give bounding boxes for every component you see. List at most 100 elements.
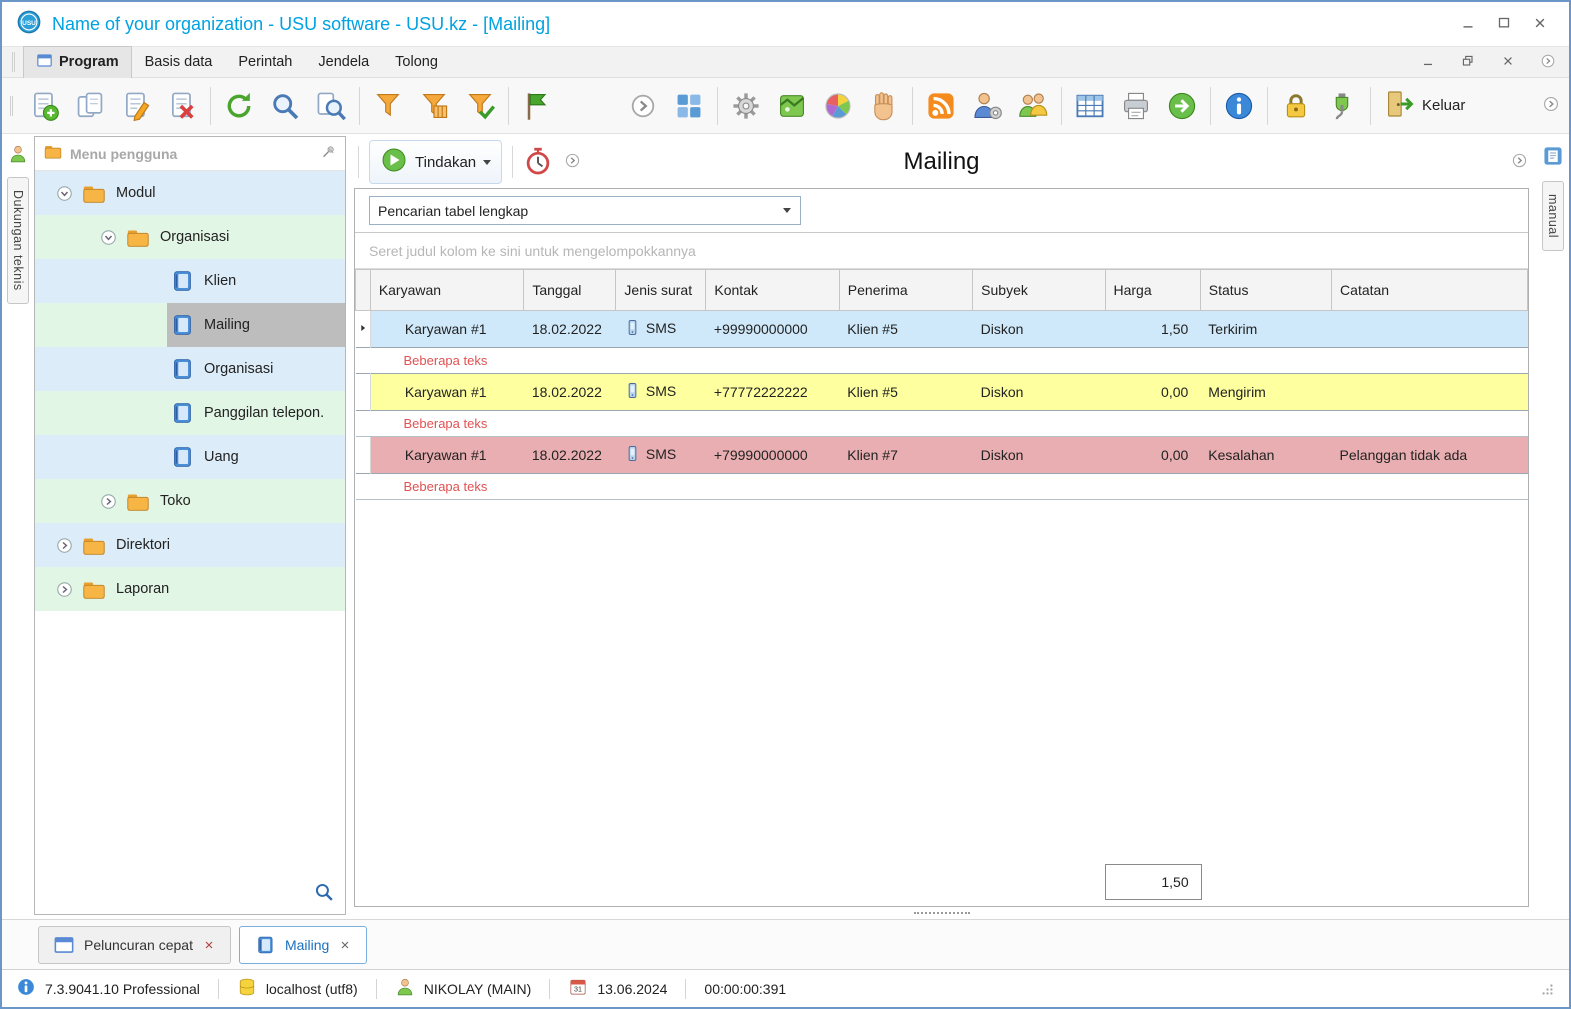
tree-search-button[interactable] [313, 881, 335, 906]
tree-expander[interactable] [49, 579, 79, 600]
user-item: NIKOLAY (MAIN) [395, 977, 531, 1000]
search-button[interactable] [262, 82, 308, 130]
tree-item-modul[interactable]: Modul [35, 171, 345, 215]
tree-expander[interactable] [93, 227, 123, 248]
user-settings-button[interactable] [964, 82, 1010, 130]
column-header-jenis-surat[interactable]: Jenis surat [615, 269, 707, 311]
column-header-karyawan[interactable]: Karyawan [369, 269, 525, 311]
action-bar-separator [512, 146, 514, 178]
grid-row-3[interactable]: Karyawan #1 18.02.2022 SMS +79990000000 Klie… [355, 436, 1528, 474]
tree-item-uang[interactable]: Uang [35, 435, 345, 479]
grid-row-2[interactable]: Karyawan #1 18.02.2022 SMS +77772222222 Klie… [355, 373, 1528, 411]
tree-item-panggilan-telepon[interactable]: Panggilan telepon. [35, 391, 345, 435]
status-divider [685, 978, 687, 999]
tree-item-label: Organisasi [204, 361, 274, 377]
print-button[interactable] [1113, 82, 1159, 130]
mdi-minimize-button[interactable] [1413, 49, 1443, 75]
hand-button[interactable] [861, 82, 907, 130]
chevron-circle-button[interactable] [620, 82, 666, 130]
grid-header-row: Karyawan Tanggal Jenis surat Kontak Penerima… [355, 269, 1528, 311]
mdi-restore-button[interactable] [1453, 49, 1483, 75]
column-header-catatan[interactable]: Catatan [1331, 269, 1528, 311]
maximize-button[interactable] [1489, 11, 1519, 37]
panel-overflow-button[interactable] [1510, 151, 1529, 173]
tree-expander[interactable] [93, 491, 123, 512]
action-overflow-button[interactable] [563, 151, 582, 173]
manual-tab[interactable]: manual [1542, 181, 1564, 251]
plug-icon [1335, 92, 1349, 119]
tree-items: Modul Organisasi Klien Mailing Organisasi Pan… [35, 171, 345, 914]
layout-grid-button[interactable] [666, 82, 712, 130]
close-tab-icon[interactable] [338, 938, 352, 952]
minimize-button[interactable] [1453, 11, 1483, 37]
minimize-icon [1420, 53, 1436, 72]
bottom-tab-peluncuran-cepat[interactable]: Peluncuran cepat [38, 925, 231, 964]
tree-item-mailing[interactable]: Mailing [35, 303, 345, 347]
grid-subrow-2: Beberapa teks [355, 410, 1528, 437]
menu-overflow-button[interactable] [1533, 49, 1563, 75]
plug-button[interactable] [1319, 82, 1365, 130]
actions-button[interactable]: Tindakan [369, 140, 503, 184]
clock-icon [523, 146, 553, 179]
copy-document-button[interactable] [67, 82, 113, 130]
filter-columns-button[interactable] [411, 82, 457, 130]
actions-play-icon [380, 146, 408, 178]
search-advanced-button[interactable] [308, 82, 354, 130]
mdi-close-button[interactable] [1493, 49, 1523, 75]
tree-expander[interactable] [49, 183, 79, 204]
menu-basis-data[interactable]: Basis data [132, 48, 226, 76]
menu-jendela[interactable]: Jendela [305, 48, 382, 76]
lock-button[interactable] [1273, 82, 1319, 130]
tree-item-klien[interactable]: Klien [35, 259, 345, 303]
toolbar-overflow-button[interactable] [1541, 94, 1561, 117]
combo-dropdown-icon[interactable] [774, 197, 800, 224]
users-button[interactable] [1010, 82, 1056, 130]
database-icon [239, 978, 255, 996]
support-tab[interactable]: Dukungan teknis [7, 177, 29, 304]
column-header-kontak[interactable]: Kontak [705, 269, 840, 311]
flag-button[interactable] [514, 82, 560, 130]
tree-item-direktori[interactable]: Direktori [35, 523, 345, 567]
column-header-status[interactable]: Status [1199, 269, 1333, 311]
pin-button[interactable] [320, 144, 337, 164]
bottom-tab-mailing[interactable]: Mailing [238, 925, 368, 964]
column-header-penerima[interactable]: Penerima [838, 269, 974, 311]
tree-item-toko[interactable]: Toko [35, 479, 345, 523]
close-tab-icon[interactable] [202, 938, 216, 952]
manual-icon [1544, 147, 1562, 165]
grid-row-1[interactable]: Karyawan #1 18.02.2022 SMS +99990000000 Klie… [355, 310, 1528, 348]
cell-catatan: Pelanggan tidak ada [1331, 436, 1528, 474]
splitter-handle[interactable] [354, 907, 1529, 919]
column-header-tanggal[interactable]: Tanggal [523, 269, 617, 311]
new-document-button[interactable] [21, 82, 67, 130]
delete-document-button[interactable] [159, 82, 205, 130]
resize-grip[interactable] [1535, 977, 1555, 1000]
map-button[interactable] [769, 82, 815, 130]
chevron-circle-icon [563, 151, 582, 173]
tree-expander[interactable] [49, 535, 79, 556]
export-button[interactable] [1159, 82, 1205, 130]
menu-program[interactable]: Program [23, 45, 132, 79]
tree-item-organisasi[interactable]: Organisasi [35, 215, 345, 259]
info-button[interactable] [1216, 82, 1262, 130]
exit-button[interactable]: Keluar [1376, 82, 1473, 130]
rss-icon [928, 92, 954, 119]
close-button[interactable] [1525, 11, 1555, 37]
scheduler-button[interactable] [523, 146, 553, 179]
menu-perintah[interactable]: Perintah [225, 48, 305, 76]
settings-gear-button[interactable] [723, 82, 769, 130]
refresh-button[interactable] [216, 82, 262, 130]
column-header-subyek[interactable]: Subyek [972, 269, 1106, 311]
table-grid-button[interactable] [1067, 82, 1113, 130]
tree-item-organisasi[interactable]: Organisasi [35, 347, 345, 391]
menu-tolong[interactable]: Tolong [382, 48, 451, 76]
color-wheel-button[interactable] [815, 82, 861, 130]
tree-item-laporan[interactable]: Laporan [35, 567, 345, 611]
edit-document-button[interactable] [113, 82, 159, 130]
column-header-harga[interactable]: Harga [1104, 269, 1201, 311]
filter-button[interactable] [365, 82, 411, 130]
filter-apply-button[interactable] [457, 82, 503, 130]
rss-button[interactable] [918, 82, 964, 130]
full-table-search-combo[interactable]: Pencarian tabel lengkap [369, 196, 801, 225]
pin-icon [323, 145, 334, 157]
